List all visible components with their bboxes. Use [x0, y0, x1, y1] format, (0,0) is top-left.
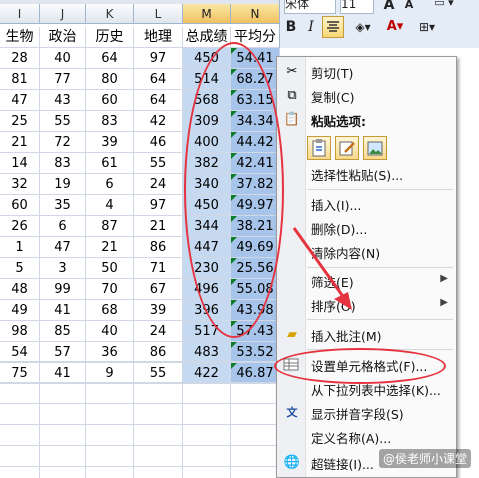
annotation-arrow	[292, 227, 352, 310]
watermark: @侯老师小课堂	[378, 449, 471, 468]
arrow-head	[334, 292, 352, 310]
arrow-line	[292, 227, 349, 303]
